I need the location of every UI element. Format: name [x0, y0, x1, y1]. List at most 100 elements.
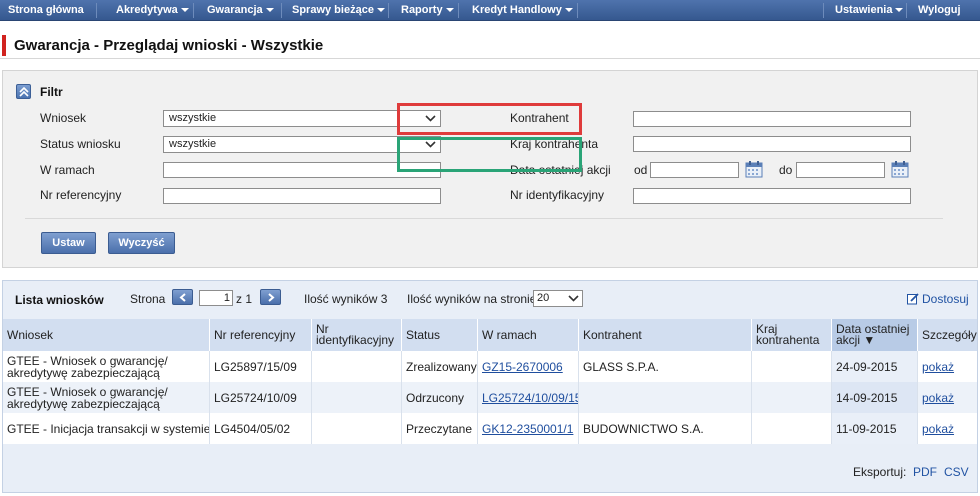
caret-down-icon — [895, 8, 904, 12]
nr-identyfikacyjny-input[interactable] — [633, 188, 911, 204]
nav-item-raporty[interactable]: Raporty — [393, 0, 454, 21]
nav-separator — [388, 3, 389, 18]
caret-down-icon — [265, 8, 274, 12]
date-from-input[interactable] — [650, 162, 739, 178]
cell-nr-referencyjny: LG25897/15/09 — [210, 351, 312, 382]
status-label: Status wniosku — [40, 137, 121, 151]
chevron-right-icon — [268, 293, 275, 302]
per-page-label: Ilość wyników na stronie — [407, 292, 537, 306]
column-header-szczegoly[interactable]: Szczegóły — [918, 319, 977, 351]
adjust-columns-link[interactable]: Dostosuj — [907, 292, 969, 306]
cell-nr-identyfikacyjny — [312, 382, 402, 413]
results-title: Lista wniosków — [15, 293, 104, 307]
status-select-value: wszystkie — [169, 138, 217, 150]
column-header-data-ostatniej-akcji[interactable]: Data ostatniej akcji ▼ — [832, 319, 918, 351]
cell-kontrahent: BUDOWNICTWO S.A. — [579, 413, 752, 444]
nav-separator — [458, 3, 459, 18]
export-pdf-link[interactable]: PDF — [913, 465, 937, 479]
results-count: Ilość wyników 3 — [304, 292, 388, 306]
cell-w-ramach: GZ15-2670006 — [478, 351, 579, 382]
nav-item-ustawienia[interactable]: Ustawienia — [827, 0, 904, 21]
nav-item-kredyt-handlowy[interactable]: Kredyt Handlowy — [464, 0, 573, 21]
highlight-box-red — [397, 103, 582, 135]
chevron-down-icon — [568, 295, 579, 302]
table-row: GTEE - Wniosek o gwarancję/ akredytywę z… — [3, 382, 977, 413]
calendar-icon[interactable] — [745, 160, 763, 178]
page-title-bar: Gwarancja - Przeglądaj wnioski - Wszystk… — [0, 33, 980, 59]
date-to-label: do — [779, 163, 793, 177]
filter-title: Filtr — [40, 85, 63, 99]
prev-page-button[interactable] — [172, 289, 193, 305]
apply-filter-button[interactable]: Ustaw — [41, 232, 96, 254]
calendar-icon[interactable] — [891, 160, 909, 178]
date-to-input[interactable] — [796, 162, 885, 178]
show-details-link[interactable]: pokaż — [922, 423, 954, 435]
nav-item-wyloguj[interactable]: Wyloguj — [910, 0, 961, 21]
column-header-kontrahent[interactable]: Kontrahent — [579, 319, 752, 351]
w-ramach-link[interactable]: GZ15-2670006 — [482, 361, 563, 373]
nr-referencyjny-label: Nr referencyjny — [40, 188, 122, 202]
caret-down-icon — [445, 8, 454, 12]
nav-item-label: Ustawienia — [835, 4, 893, 16]
column-header-kraj-kontrahenta[interactable]: Kraj kontrahenta — [752, 319, 832, 351]
nav-separator — [281, 3, 282, 18]
column-header-nr-identyfikacyjny[interactable]: Nr identyfikacyjny — [312, 319, 402, 351]
title-accent-bar — [2, 35, 6, 56]
next-page-button[interactable] — [260, 289, 281, 305]
column-header-w-ramach[interactable]: W ramach — [478, 319, 579, 351]
edit-icon — [907, 293, 919, 305]
cell-status: Odrzucony — [402, 382, 478, 413]
cell-w-ramach: LG25724/10/09/15 — [478, 382, 579, 413]
show-details-link[interactable]: pokaż — [922, 361, 954, 373]
cell-kraj — [752, 351, 832, 382]
nav-item-label: Gwarancja — [207, 4, 263, 16]
nav-item-label: Wyloguj — [918, 4, 961, 16]
date-from-label: od — [634, 163, 648, 177]
wniosek-select-value: wszystkie — [169, 112, 217, 124]
nav-item-gwarancja[interactable]: Gwarancja — [199, 0, 274, 21]
cell-data: 14-09-2015 — [832, 382, 918, 413]
nr-referencyjny-input[interactable] — [163, 188, 441, 204]
nav-item-sprawy-biezace[interactable]: Sprawy bieżące — [284, 0, 385, 21]
kontrahent-input[interactable] — [633, 111, 911, 127]
w-ramach-link[interactable]: LG25724/10/09/15 — [482, 392, 578, 404]
per-page-select[interactable]: 20 — [533, 290, 583, 307]
column-header-status[interactable]: Status — [402, 319, 478, 351]
cell-status: Zrealizowany — [402, 351, 478, 382]
collapse-icon[interactable] — [16, 84, 31, 99]
nav-separator — [193, 3, 194, 18]
cell-data: 11-09-2015 — [832, 413, 918, 444]
cell-kraj — [752, 382, 832, 413]
w-ramach-link[interactable]: GK12-2350001/1 — [482, 423, 573, 435]
per-page-value: 20 — [537, 292, 550, 304]
cell-w-ramach: GK12-2350001/1 — [478, 413, 579, 444]
page-number-input[interactable]: 1 — [199, 290, 233, 306]
nav-item-home[interactable]: Strona główna — [0, 0, 84, 21]
cell-nr-identyfikacyjny — [312, 413, 402, 444]
results-panel: Lista wniosków Strona 1 z 1 Ilość wynikó… — [2, 280, 978, 493]
clear-filter-button[interactable]: Wyczyść — [108, 232, 175, 254]
column-header-nr-referencyjny[interactable]: Nr referencyjny — [210, 319, 312, 351]
wniosek-label: Wniosek — [40, 111, 87, 125]
nav-separator — [823, 3, 824, 18]
cell-nr-referencyjny: LG25724/10/09 — [210, 382, 312, 413]
adjust-columns-label: Dostosuj — [922, 292, 969, 306]
export-csv-link[interactable]: CSV — [944, 465, 969, 479]
page-title: Gwarancja - Przeglądaj wnioski - Wszystk… — [14, 37, 324, 54]
chevron-left-icon — [179, 293, 186, 302]
w-ramach-label: W ramach — [40, 163, 95, 177]
nav-separator — [577, 3, 578, 18]
cell-wniosek: GTEE - Inicjacja transakcji w systemie — [3, 413, 210, 444]
caret-down-icon — [180, 8, 189, 12]
column-header-wniosek[interactable]: Wniosek — [3, 319, 210, 351]
kraj-kontrahenta-input[interactable] — [633, 136, 911, 152]
nav-item-label: Sprawy bieżące — [292, 4, 374, 16]
nav-item-akredytywa[interactable]: Akredytywa — [108, 0, 189, 21]
cell-status: Przeczytane — [402, 413, 478, 444]
cell-szczegoly: pokaż — [918, 382, 977, 413]
double-chevron-up-icon — [19, 87, 29, 97]
table-row: GTEE - Wniosek o gwarancję/ akredytywę z… — [3, 351, 977, 382]
show-details-link[interactable]: pokaż — [922, 392, 954, 404]
page-label: Strona — [130, 292, 166, 306]
cell-szczegoly: pokaż — [918, 351, 977, 382]
